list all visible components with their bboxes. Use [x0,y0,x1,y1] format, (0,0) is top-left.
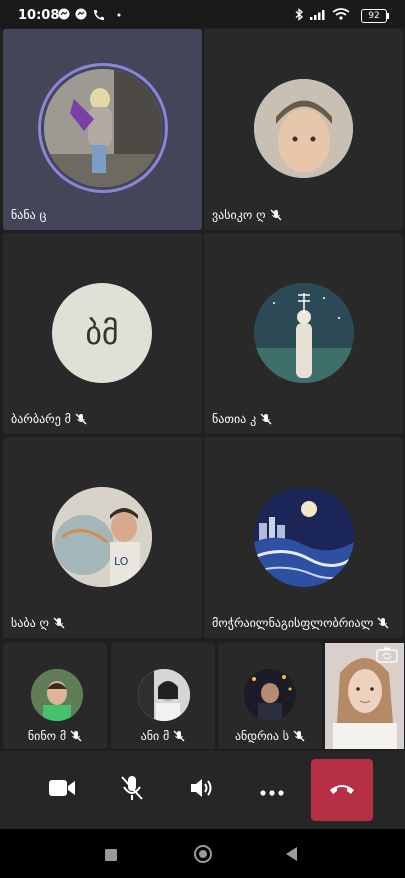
status-time: 10:08 [18,8,60,23]
mic-muted-icon [75,413,87,425]
mic-muted-icon [260,413,272,425]
avatar [254,79,353,178]
participant-name: ნათია კ [212,412,272,426]
avatar [44,69,162,187]
recents-icon[interactable] [104,847,118,866]
participant-name: ნანა ც [11,208,47,222]
mic-muted-icon [53,617,65,629]
participant-name: საბა ღ [11,616,65,630]
signal-icon [310,8,328,23]
participant-name: ბარბარე მ [11,412,87,426]
speaker-button[interactable] [177,767,227,813]
avatar [254,283,354,383]
call-controls [0,751,405,829]
participant-tile-andria[interactable]: ანდრია ს [218,643,322,749]
participant-name: ვასიკო ღ [212,208,282,222]
avatar: LO [52,487,152,587]
avatar-initials: ბმ [85,314,119,352]
notification-dot-icon [116,8,122,23]
messenger-icon [58,8,70,23]
participant-name: ნინო მ [3,729,107,743]
participant-tile-vasiko[interactable]: ვასიკო ღ [204,29,403,230]
switch-camera-icon[interactable] [376,647,398,667]
participant-tile-nana[interactable]: ნანა ც [3,29,202,230]
status-bar: 10:08 92 [0,0,405,28]
participant-tile-saba[interactable]: LO საბა ღ [3,437,202,638]
more-options-button[interactable] [247,767,297,813]
phone-call-icon [92,8,104,23]
participant-tile-natia[interactable]: ნათია კ [204,233,403,434]
avatar [244,669,296,721]
svg-text:LO: LO [114,555,129,568]
system-nav-bar [0,829,405,878]
wifi-icon [332,8,350,23]
mic-muted-icon [70,730,82,742]
participant-tile-barbare[interactable]: ბმ ბარბარე მ [3,233,202,434]
mic-muted-icon [377,617,389,629]
participant-tile-long-name[interactable]: მოჭრაილნაგისფლობრიალ [204,437,403,638]
avatar [254,487,354,587]
mic-muted-icon [293,730,305,742]
avatar [138,669,190,721]
messenger-icon [75,8,87,23]
mute-button[interactable] [107,767,157,813]
mic-off-icon [120,775,144,805]
video-camera-icon [48,778,76,802]
participant-name: ანი მ [111,729,215,743]
mic-muted-icon [173,730,185,742]
participant-name: ანდრია ს [218,729,322,743]
home-icon[interactable] [193,844,213,868]
end-call-icon [328,781,356,800]
battery-indicator: 92 [361,9,389,23]
participant-tile-nino[interactable]: ნინო მ [3,643,107,749]
self-video-preview[interactable] [325,643,404,749]
speaker-icon [189,777,215,803]
camera-button[interactable] [37,767,87,813]
avatar [31,669,83,721]
participant-name: მოჭრაილნაგისფლობრიალ [212,616,389,630]
hang-up-button[interactable] [311,759,373,821]
participant-tile-ani[interactable]: ანი მ [111,643,215,749]
avatar: ბმ [52,283,152,383]
mic-muted-icon [270,209,282,221]
back-icon[interactable] [284,846,298,866]
bluetooth-icon [294,8,304,24]
more-dots-icon [260,781,284,800]
